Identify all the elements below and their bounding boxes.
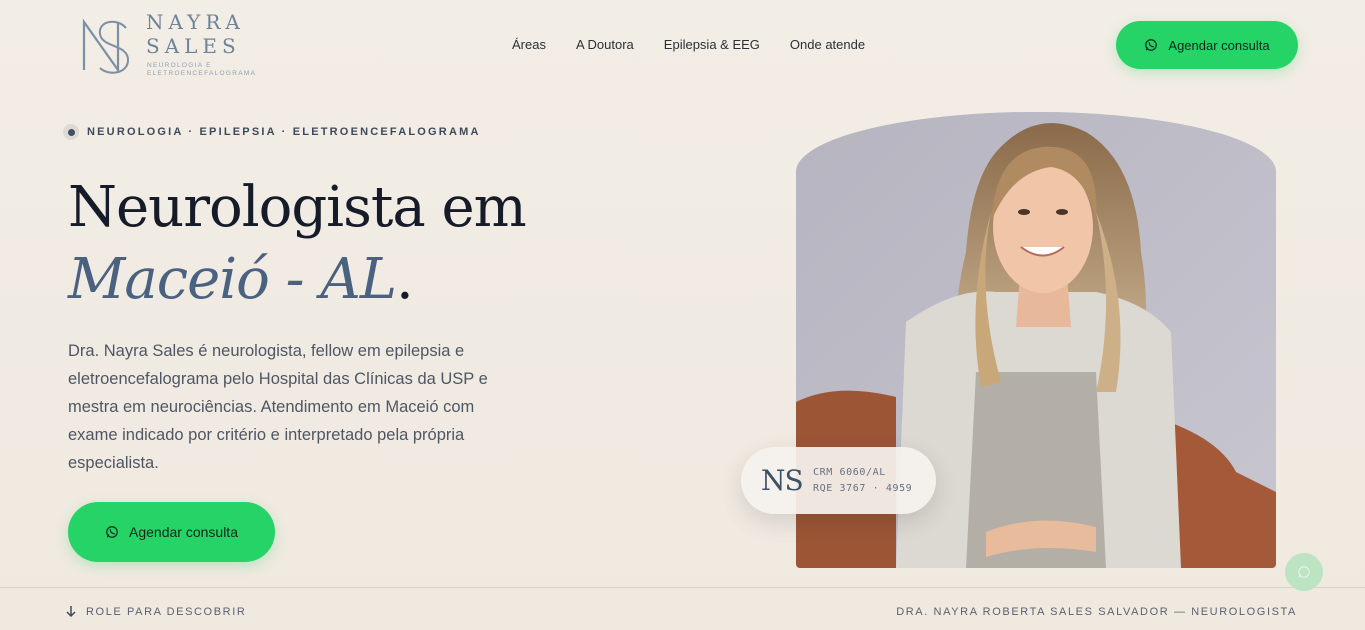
credential-card: NS CRM 6060/AL RQE 3767 · 4959 (741, 447, 936, 514)
hero-title-line2: Maceió - AL (68, 247, 397, 312)
whatsapp-icon (1298, 566, 1310, 578)
section-divider (0, 587, 1365, 588)
eyebrow-text: NEUROLOGIA · EPILEPSIA · ELETROENCEFALOG… (87, 126, 481, 138)
logo-name-line2: SALES (146, 34, 241, 58)
header-schedule-button[interactable]: Agendar consulta (1116, 21, 1298, 69)
hero-description: Dra. Nayra Sales é neurologista, fellow … (68, 342, 488, 472)
nav-item-a-doutora[interactable]: A Doutora (576, 37, 634, 52)
eyebrow-dot-icon (63, 124, 79, 140)
hero-schedule-button[interactable]: Agendar consulta (68, 502, 275, 562)
nav-item-areas[interactable]: Áreas (512, 37, 546, 52)
hero-title-period: . (396, 247, 414, 312)
credential-rqe: RQE 3767 · 4959 (813, 482, 913, 494)
main-nav: Áreas A Doutora Epilepsia & EEG Onde ate… (512, 37, 865, 52)
doctor-full-name: DRA. NAYRA ROBERTA SALES SALVADOR — NEUR… (896, 606, 1297, 618)
hero-eyebrow: NEUROLOGIA · EPILEPSIA · ELETROENCEFALOG… (63, 124, 481, 140)
hero-schedule-label: Agendar consulta (129, 524, 238, 540)
arrow-down-icon (66, 606, 76, 618)
floating-whatsapp-button[interactable] (1285, 553, 1323, 591)
credential-monogram: NS (761, 464, 804, 497)
whatsapp-icon (106, 526, 118, 538)
logo-mark-icon (82, 18, 130, 74)
site-logo[interactable]: NAYRA SALES NEUROLOGIA E ELETROENCEFALOG… (78, 10, 268, 82)
credential-crm: CRM 6060/AL (813, 466, 886, 478)
nav-item-onde-atende[interactable]: Onde atende (790, 37, 865, 52)
logo-tagline: NEUROLOGIA E ELETROENCEFALOGRAMA (147, 62, 257, 77)
scroll-hint-label: ROLE PARA DESCOBRIR (86, 606, 247, 618)
whatsapp-icon (1145, 39, 1158, 51)
header-schedule-label: Agendar consulta (1168, 37, 1270, 53)
nav-item-epilepsia-eeg[interactable]: Epilepsia & EEG (664, 37, 760, 52)
hero-title-line1: Neurologista em (68, 175, 527, 240)
logo-name-line1: NAYRA (146, 10, 245, 34)
hero-title: Neurologista em Maceió - AL. (68, 172, 527, 316)
scroll-hint[interactable]: ROLE PARA DESCOBRIR (66, 606, 246, 618)
logo-name: NAYRA SALES (146, 10, 245, 58)
